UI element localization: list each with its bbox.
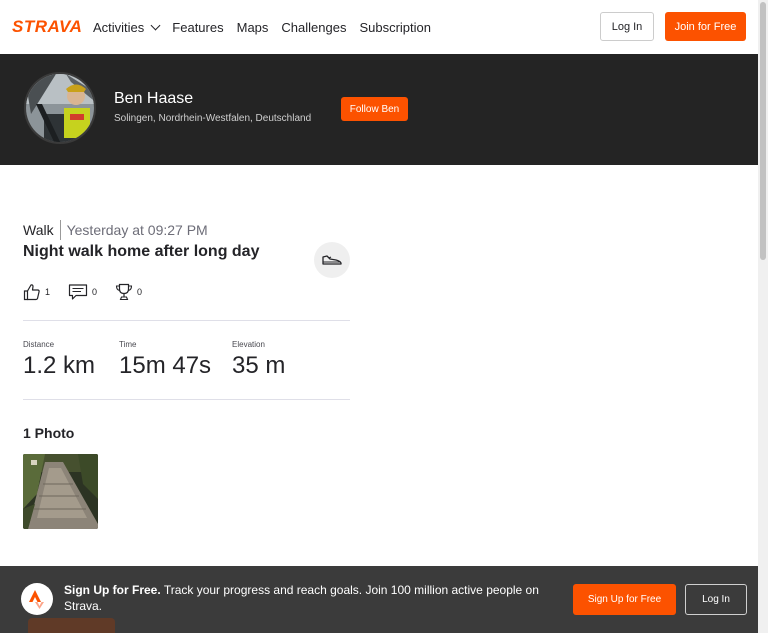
gear-shoe-button[interactable] [314,242,350,278]
banner-text: Sign Up for Free. Track your progress an… [64,582,554,614]
trophy-icon [115,283,133,301]
athlete-avatar[interactable] [24,72,96,144]
thumbs-up-icon [23,284,40,301]
main-menu: Activities Features Maps Challenges Subs… [93,0,444,54]
menu-item-subscription[interactable]: Subscription [359,20,431,35]
shoe-icon [322,255,342,265]
stat-value: 35 m [232,352,286,379]
stat-elevation: Elevation 35 m [232,340,285,380]
divider [23,399,350,400]
menu-item-challenges[interactable]: Challenges [281,20,346,35]
activity-type: Walk [23,222,54,238]
comment-icon [68,284,88,300]
stat-time: Time 15m 47s [119,340,211,380]
menu-item-features[interactable]: Features [172,20,223,35]
stat-label: Distance [23,340,55,349]
stat-distance: Distance 1.2 km [23,340,95,380]
stat-label: Time [119,340,137,349]
achievements-count: 0 [137,287,143,297]
athlete-name[interactable]: Ben Haase [114,90,193,108]
activity-date: Yesterday at 09:27 PM [66,222,208,238]
scrollbar-thumb[interactable] [760,2,766,260]
follow-button[interactable]: Follow Ben [341,97,408,121]
stat-value: 1.2 km [23,352,96,379]
banner-logo [21,583,53,615]
stat-label: Elevation [232,340,265,349]
menu-item-maps[interactable]: Maps [237,20,269,35]
kudos-count: 1 [45,287,51,297]
banner-headline: Sign Up for Free. [64,583,161,597]
join-for-free-button[interactable]: Join for Free [665,12,746,41]
stat-value: 15m 47s [119,352,212,379]
signup-banner: Sign Up for Free. Track your progress an… [0,566,758,633]
type-date-separator [59,220,61,240]
top-nav: STRAVA Activities Features Maps Challeng… [0,0,758,54]
divider [23,320,350,321]
page-scrollbar[interactable] [758,0,768,633]
achievements-button[interactable]: 0 [115,283,142,301]
menu-item-label: Activities [93,19,145,35]
strava-chevron-icon [29,590,44,609]
comments-count: 0 [92,287,98,297]
strava-logo[interactable]: STRAVA [12,17,82,37]
activity-photo[interactable] [23,454,98,529]
menu-item-activities[interactable]: Activities [93,19,161,35]
social-actions: 1 0 0 [23,282,160,302]
login-button[interactable]: Log In [600,12,654,41]
photo-image [23,454,98,529]
avatar-image [26,74,94,142]
athlete-location: Solingen, Nordrhein-Westfalen, Deutschla… [114,113,312,124]
photos-heading: 1 Photo [23,425,75,441]
hidden-button-peek [28,618,115,633]
chevron-down-icon [150,20,161,30]
activity-title: Night walk home after long day [23,243,260,260]
athlete-header: Ben Haase Solingen, Nordrhein-Westfalen,… [0,54,758,165]
activity-type-line: Walk Yesterday at 09:27 PM [23,220,208,240]
banner-login-button[interactable]: Log In [685,584,747,615]
comments-button[interactable]: 0 [68,283,97,301]
signup-button[interactable]: Sign Up for Free [573,584,676,615]
kudos-button[interactable]: 1 [23,283,50,301]
